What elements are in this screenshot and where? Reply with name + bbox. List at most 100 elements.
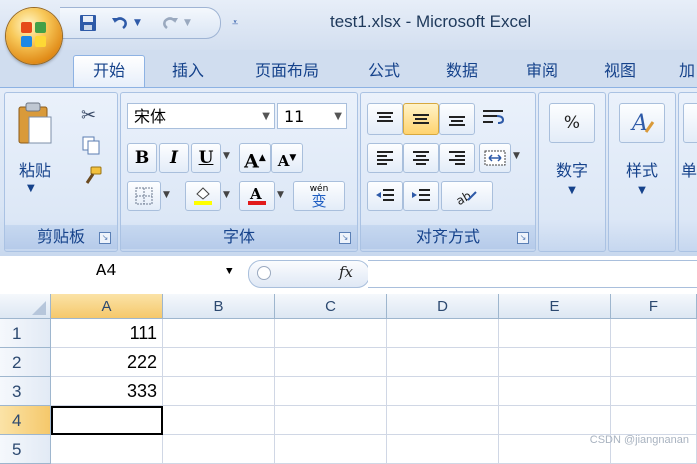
cell-e2[interactable] [499, 348, 611, 377]
grow-font-button[interactable]: A▲ [239, 143, 271, 173]
office-button[interactable] [6, 8, 62, 64]
italic-button[interactable]: I [159, 143, 189, 173]
cell-c3[interactable] [275, 377, 387, 406]
cell-a3[interactable]: 333 [51, 377, 163, 406]
cell-f3[interactable] [611, 377, 697, 406]
orientation-button[interactable]: ab [441, 181, 493, 211]
cell-f2[interactable] [611, 348, 697, 377]
cell-a1[interactable]: 111 [51, 319, 163, 348]
column-header-b[interactable]: B [163, 294, 275, 319]
underline-dropdown-icon[interactable]: ▼ [223, 151, 230, 161]
font-size-dropdown-icon[interactable]: ▼ [334, 104, 342, 130]
cell-d4[interactable] [387, 406, 499, 435]
paste-icon[interactable] [15, 101, 55, 147]
tab-insert[interactable]: 插入 [155, 56, 221, 86]
column-header-f[interactable]: F [611, 294, 697, 319]
cell-b2[interactable] [163, 348, 275, 377]
styles-label[interactable]: 样式 [609, 157, 675, 181]
align-middle-button[interactable] [403, 103, 439, 135]
tab-formulas[interactable]: 公式 [354, 56, 414, 86]
tab-page-layout[interactable]: 页面布局 [238, 56, 336, 86]
font-name-dropdown-icon[interactable]: ▼ [262, 104, 270, 130]
align-top-button[interactable] [367, 103, 403, 135]
align-left-button[interactable] [367, 143, 403, 173]
fill-color-dropdown-icon[interactable]: ▼ [223, 190, 230, 200]
borders-dropdown-icon[interactable]: ▼ [163, 190, 170, 200]
column-header-a[interactable]: A [51, 294, 163, 319]
cell-b3[interactable] [163, 377, 275, 406]
cut-icon[interactable]: ✂ [81, 105, 96, 126]
paste-dropdown-icon[interactable]: ▼ [27, 183, 35, 194]
expand-formula-icon[interactable] [257, 266, 271, 280]
cell-b5[interactable] [163, 435, 275, 464]
row-header-5[interactable]: 5 [0, 435, 51, 464]
column-header-e[interactable]: E [499, 294, 611, 319]
underline-button[interactable]: U [191, 143, 221, 173]
select-all-corner[interactable] [0, 294, 51, 319]
cell-a5[interactable] [51, 435, 163, 464]
tab-view[interactable]: 视图 [590, 56, 650, 86]
cell-f4[interactable] [611, 406, 697, 435]
font-color-button[interactable]: A [239, 181, 275, 211]
cell-c4[interactable] [275, 406, 387, 435]
fill-color-button[interactable] [185, 181, 221, 211]
merge-dropdown-icon[interactable]: ▼ [513, 151, 520, 161]
tab-data[interactable]: 数据 [432, 56, 492, 86]
cell-c1[interactable] [275, 319, 387, 348]
column-header-c[interactable]: C [275, 294, 387, 319]
shrink-font-button[interactable]: A▼ [271, 143, 303, 173]
format-painter-icon[interactable] [81, 165, 103, 191]
cells-label[interactable]: 单 [681, 157, 697, 181]
row-header-4[interactable]: 4 [0, 406, 51, 435]
styles-button[interactable]: A [619, 103, 665, 143]
cell-a4[interactable] [51, 406, 163, 435]
phonetic-button[interactable]: wén 变 [293, 181, 345, 211]
cell-f1[interactable] [611, 319, 697, 348]
tab-home[interactable]: 开始 [73, 55, 145, 88]
cell-c2[interactable] [275, 348, 387, 377]
name-box[interactable]: A4 ▼ [0, 258, 250, 286]
cell-b1[interactable] [163, 319, 275, 348]
styles-dropdown-icon[interactable]: ▼ [609, 185, 675, 196]
font-name-combo[interactable]: 宋体 ▼ [127, 103, 275, 129]
undo-dropdown-icon[interactable]: ▼ [134, 13, 141, 33]
cell-e3[interactable] [499, 377, 611, 406]
font-launcher-icon[interactable]: ↘ [339, 232, 351, 244]
name-box-dropdown-icon[interactable]: ▼ [226, 258, 233, 286]
borders-button[interactable] [127, 181, 161, 211]
insert-function-icon[interactable]: fx [339, 263, 353, 281]
bold-button[interactable]: B [127, 143, 157, 173]
wrap-text-icon[interactable] [481, 107, 505, 131]
save-icon[interactable] [78, 13, 98, 33]
clipboard-launcher-icon[interactable]: ↘ [99, 232, 111, 244]
increase-indent-button[interactable] [403, 181, 439, 211]
customize-qat-icon[interactable]: ⩡ [232, 13, 238, 33]
cell-d1[interactable] [387, 319, 499, 348]
copy-icon[interactable] [81, 135, 101, 159]
cell-b4[interactable] [163, 406, 275, 435]
cell-d3[interactable] [387, 377, 499, 406]
align-center-button[interactable] [403, 143, 439, 173]
cell-a2[interactable]: 222 [51, 348, 163, 377]
column-header-d[interactable]: D [387, 294, 499, 319]
paste-label[interactable]: 粘贴 [13, 157, 57, 181]
align-bottom-button[interactable] [439, 103, 475, 135]
cell-d2[interactable] [387, 348, 499, 377]
decrease-indent-button[interactable] [367, 181, 403, 211]
font-color-dropdown-icon[interactable]: ▼ [277, 190, 284, 200]
cell-e4[interactable] [499, 406, 611, 435]
align-right-button[interactable] [439, 143, 475, 173]
formula-input[interactable] [368, 260, 697, 288]
number-label[interactable]: 数字 [539, 157, 605, 181]
cell-d5[interactable] [387, 435, 499, 464]
cell-e1[interactable] [499, 319, 611, 348]
redo-dropdown-icon[interactable]: ▼ [184, 13, 191, 33]
number-format-icon[interactable]: % [549, 103, 595, 143]
redo-icon[interactable] [160, 13, 180, 33]
alignment-launcher-icon[interactable]: ↘ [517, 232, 529, 244]
row-header-3[interactable]: 3 [0, 377, 51, 406]
cell-c5[interactable] [275, 435, 387, 464]
row-header-1[interactable]: 1 [0, 319, 51, 348]
font-size-combo[interactable]: 11 ▼ [277, 103, 347, 129]
row-header-2[interactable]: 2 [0, 348, 51, 377]
